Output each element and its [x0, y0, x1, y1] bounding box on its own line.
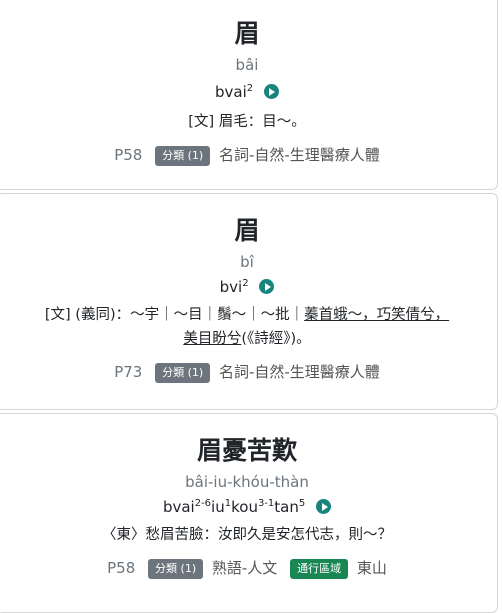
headword: 眉	[234, 19, 260, 48]
definition: [文] 眉毛：目～。	[0, 110, 497, 134]
region-label: 東山	[356, 559, 387, 577]
roman-base: bvai	[162, 498, 195, 516]
definition: 〈東〉愁眉苦臉：汝即久是安怎代志，則～？	[0, 523, 497, 547]
page-ref: P58	[107, 559, 136, 577]
headword: 眉憂苦歎	[196, 436, 297, 465]
roman-tone: 5	[298, 498, 306, 509]
play-audio-icon[interactable]	[263, 84, 279, 99]
play-audio-icon[interactable]	[316, 499, 332, 514]
category-label: 名詞-自然-生理醫療人體	[218, 363, 380, 381]
entry-card: 眉 bî bvi2 [文] (義同)：～宇｜～目｜鬚～｜～批｜蓁首蛾～，巧笑倩兮…	[0, 193, 498, 410]
entry-card: 眉 bâi bvai2 [文] 眉毛：目～。 P58 分類 (1) 名詞-自然-…	[0, 0, 498, 190]
entry-meta: P73 分類 (1) 名詞-自然-生理醫療人體	[0, 361, 497, 383]
definition: [文] (義同)：～宇｜～目｜鬚～｜～批｜蓁首蛾～，巧笑倩兮， 美目盼兮(《詩經…	[0, 303, 497, 351]
pronunciation: bâi	[235, 56, 259, 74]
entry-card: 眉憂苦歎 bâi-iu-khóu-thàn bvai2-6iu1kou3-1ta…	[0, 413, 498, 613]
category-label: 熟語-人文	[211, 559, 278, 577]
category-badge[interactable]: 分類 (1)	[155, 363, 211, 383]
region-badge[interactable]: 通行區域	[290, 559, 349, 579]
roman-base: tan	[274, 498, 299, 516]
play-audio-icon[interactable]	[259, 279, 275, 294]
def-text: 〈東〉愁眉苦臉：汝即久是安怎代志，則～？	[102, 527, 392, 543]
roman-base: iu	[211, 498, 225, 516]
page-ref: P73	[114, 363, 143, 381]
roman-tone: 2-6	[194, 498, 212, 509]
def-tag: [文]	[188, 114, 215, 130]
roman-tone: 3-1	[257, 498, 275, 509]
def-prefix: (義同)：～宇｜～目｜鬚～｜～批｜	[75, 307, 305, 323]
def-tag: [文]	[44, 307, 71, 323]
def-text: 眉毛：目～。	[218, 114, 306, 130]
def-source: (《詩經》)。	[241, 331, 311, 347]
category-badge[interactable]: 分類 (1)	[148, 559, 204, 579]
romanization: bvi2	[0, 274, 497, 297]
roman-tone: 2	[246, 83, 254, 94]
roman-base: bvi	[219, 278, 243, 296]
romanization: bvai2-6iu1kou3-1tan5	[0, 494, 497, 517]
roman-tone: 2	[242, 278, 249, 289]
pronunciation: bâi-iu-khóu-thàn	[185, 473, 309, 491]
pronunciation: bî	[240, 253, 254, 271]
entry-meta: P58 分類 (1) 名詞-自然-生理醫療人體	[0, 144, 497, 166]
roman-base: kou	[231, 498, 258, 516]
romanization: bvai2	[0, 79, 497, 102]
headword: 眉	[234, 216, 260, 245]
def-quote-2: 美目盼兮	[183, 331, 242, 347]
roman-base: bvai	[215, 83, 247, 101]
entry-meta: P58 分類 (1) 熟語-人文 通行區域 東山	[0, 557, 497, 579]
category-badge[interactable]: 分類 (1)	[155, 146, 211, 166]
page-ref: P58	[114, 146, 143, 164]
def-quote-1: 蓁首蛾～，巧笑倩兮，	[304, 307, 450, 323]
category-label: 名詞-自然-生理醫療人體	[218, 146, 380, 164]
